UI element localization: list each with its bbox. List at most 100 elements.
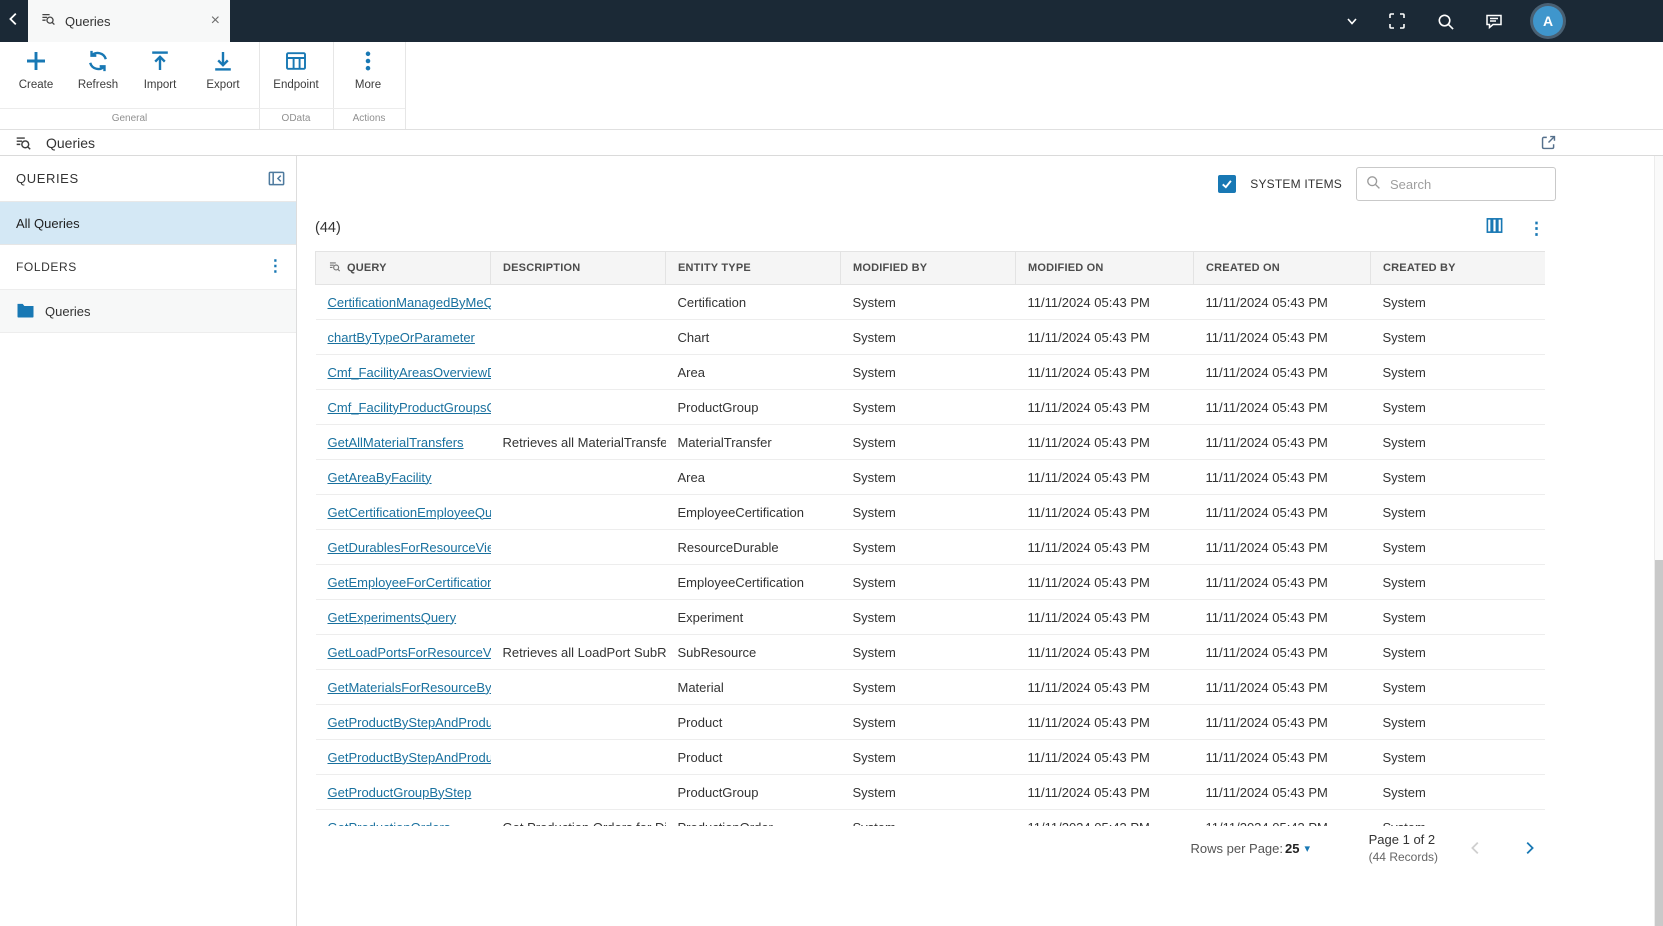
- folders-menu-icon[interactable]: ⋮: [267, 259, 284, 275]
- column-header[interactable]: MODIFIED BY: [840, 251, 1016, 285]
- prev-page-button[interactable]: [1467, 839, 1485, 857]
- scrollbar-thumb[interactable]: [1655, 560, 1663, 926]
- rows-per-page[interactable]: Rows per Page: 25 ▾: [1191, 841, 1311, 856]
- search-box[interactable]: [1356, 167, 1556, 201]
- cell-modified-by: System: [840, 459, 1016, 495]
- expand-icon[interactable]: [1540, 134, 1557, 151]
- sidebar-item-queries-folder[interactable]: Queries: [0, 290, 296, 333]
- tab-close-button[interactable]: ×: [211, 13, 220, 29]
- query-link[interactable]: GetExperimentsQuery: [328, 610, 457, 625]
- table-row[interactable]: GetProductGroupByStep ProductGroup System 1…: [315, 774, 1545, 810]
- query-link[interactable]: GetProductGroupByStep: [328, 785, 472, 800]
- export-button[interactable]: Export: [191, 48, 255, 106]
- refresh-icon: [86, 48, 110, 74]
- button-label: Endpoint: [273, 79, 319, 91]
- cell-description: Get Production Orders for Dispatch: [490, 809, 666, 826]
- back-button[interactable]: [0, 0, 28, 42]
- topbar-actions: A: [1346, 0, 1563, 42]
- table-row[interactable]: CertificationManagedByMeQuery Certificati…: [315, 284, 1545, 320]
- system-items-checkbox[interactable]: [1218, 175, 1237, 193]
- button-label: More: [354, 79, 382, 91]
- query-link[interactable]: GetEmployeeForCertification: [328, 575, 491, 590]
- query-link[interactable]: CertificationManagedByMeQuery: [328, 295, 491, 310]
- query-link[interactable]: GetLoadPortsForResourceView: [328, 645, 491, 660]
- column-header[interactable]: ENTITY TYPE: [665, 251, 841, 285]
- search-icon[interactable]: [1436, 12, 1455, 31]
- column-header[interactable]: CREATED BY: [1370, 251, 1545, 285]
- column-header[interactable]: CREATED ON: [1193, 251, 1371, 285]
- cell-created-by: System: [1370, 599, 1545, 635]
- grid-actions: ⋮: [1485, 216, 1545, 240]
- grid-menu-icon[interactable]: ⋮: [1528, 220, 1545, 237]
- table-row[interactable]: GetAllMaterialTransfers Retrieves all Mat…: [315, 424, 1545, 460]
- table-row[interactable]: GetAreaByFacility Area System 11/11/2024 05…: [315, 459, 1545, 495]
- cell-description: [490, 529, 666, 565]
- table-row[interactable]: GetProductByStepAndProductGroupProductSy…: [315, 704, 1545, 740]
- table-row[interactable]: GetLoadPortsForResourceViewRetrieves all…: [315, 634, 1545, 670]
- page-info: Page 1 of 2: [1368, 832, 1436, 847]
- cell-created-on: 11/11/2024 05:43 PM: [1193, 809, 1371, 826]
- cell-query: Cmf_FacilityProductGroupsOverview: [315, 389, 491, 425]
- query-link[interactable]: GetCertificationEmployeeQuery: [328, 505, 491, 520]
- grid-controls: SYSTEM ITEMS: [1218, 166, 1556, 202]
- query-link[interactable]: GetDurablesForResourceView: [328, 540, 491, 555]
- table-row[interactable]: GetCertificationEmployeeQuery EmployeeCer…: [315, 494, 1545, 530]
- cell-entity-type: MaterialTransfer: [665, 424, 841, 460]
- query-link[interactable]: GetMaterialsForResourceByView: [328, 680, 491, 695]
- column-header[interactable]: DESCRIPTION: [490, 251, 666, 285]
- cell-query: Cmf_FacilityAreasOverviewDashboard: [315, 354, 491, 390]
- query-link[interactable]: GetAreaByFacility: [328, 470, 432, 485]
- cell-entity-type: ResourceDurable: [665, 529, 841, 565]
- chat-icon[interactable]: [1484, 11, 1504, 31]
- table-row[interactable]: Cmf_FacilityProductGroupsOverview Product…: [315, 389, 1545, 425]
- sidebar-item-all-queries[interactable]: All Queries: [0, 202, 296, 245]
- scrollbar[interactable]: [1654, 156, 1663, 926]
- query-link[interactable]: Cmf_FacilityProductGroupsOverview: [328, 400, 491, 415]
- table-row[interactable]: GetMaterialsForResourceByViewMaterialSys…: [315, 669, 1545, 705]
- cell-entity-type: EmployeeCertification: [665, 494, 841, 530]
- endpoint-button[interactable]: Endpoint: [264, 48, 328, 106]
- cell-entity-type: ProductGroup: [665, 389, 841, 425]
- query-link[interactable]: GetProductByStepAndProductGroup: [328, 750, 491, 765]
- query-link[interactable]: Cmf_FacilityAreasOverviewDashboard: [328, 365, 491, 380]
- cell-created-on: 11/11/2024 05:43 PM: [1193, 424, 1371, 460]
- app-switcher-icon[interactable]: [1387, 11, 1407, 31]
- cell-entity-type: Product: [665, 739, 841, 775]
- table-row[interactable]: GetProductByStepAndProductGroup Product Sy…: [315, 739, 1545, 775]
- more-button[interactable]: More: [336, 48, 400, 106]
- table-row[interactable]: chartByTypeOrParameter Chart System 11/11/2…: [315, 319, 1545, 355]
- query-link[interactable]: chartByTypeOrParameter: [328, 330, 475, 345]
- column-header[interactable]: MODIFIED ON: [1015, 251, 1194, 285]
- column-header-label: DESCRIPTION: [503, 262, 581, 274]
- group-divider: [405, 42, 406, 129]
- cell-created-by: System: [1370, 739, 1545, 775]
- import-button[interactable]: Import: [128, 48, 192, 106]
- cell-modified-by: System: [840, 704, 1016, 740]
- query-link[interactable]: GetProductByStepAndProductGroup: [328, 715, 491, 730]
- next-page-button[interactable]: [1520, 839, 1538, 857]
- cell-created-by: System: [1370, 809, 1545, 826]
- collapse-panel-icon[interactable]: [267, 169, 286, 188]
- table-row[interactable]: GetExperimentsQuery Experiment System 11/11…: [315, 599, 1545, 635]
- create-button[interactable]: Create: [4, 48, 68, 106]
- folder-icon: [16, 302, 35, 321]
- tab-queries[interactable]: Queries ×: [28, 0, 230, 42]
- cell-created-by: System: [1370, 459, 1545, 495]
- chevron-down-icon[interactable]: ▾: [1304, 842, 1310, 855]
- chevron-down-icon[interactable]: [1346, 15, 1358, 27]
- table-row[interactable]: GetProductionOrdersGet Production Orders…: [315, 809, 1545, 826]
- refresh-button[interactable]: Refresh: [66, 48, 130, 106]
- table-body: CertificationManagedByMeQuery Certificati…: [315, 284, 1545, 826]
- table-row[interactable]: GetEmployeeForCertification EmployeeCerti…: [315, 564, 1545, 600]
- cell-query: GetDurablesForResourceView: [315, 529, 491, 565]
- column-header[interactable]: QUERY: [315, 251, 491, 285]
- cell-description: [490, 494, 666, 530]
- avatar[interactable]: A: [1533, 6, 1563, 36]
- search-input[interactable]: [1388, 175, 1547, 193]
- query-link[interactable]: GetAllMaterialTransfers: [328, 435, 464, 450]
- cell-description: [490, 284, 666, 320]
- cell-query: chartByTypeOrParameter: [315, 319, 491, 355]
- table-row[interactable]: GetDurablesForResourceView ResourceDurabl…: [315, 529, 1545, 565]
- column-chooser-icon[interactable]: [1485, 216, 1504, 240]
- table-row[interactable]: Cmf_FacilityAreasOverviewDashboardAreaSy…: [315, 354, 1545, 390]
